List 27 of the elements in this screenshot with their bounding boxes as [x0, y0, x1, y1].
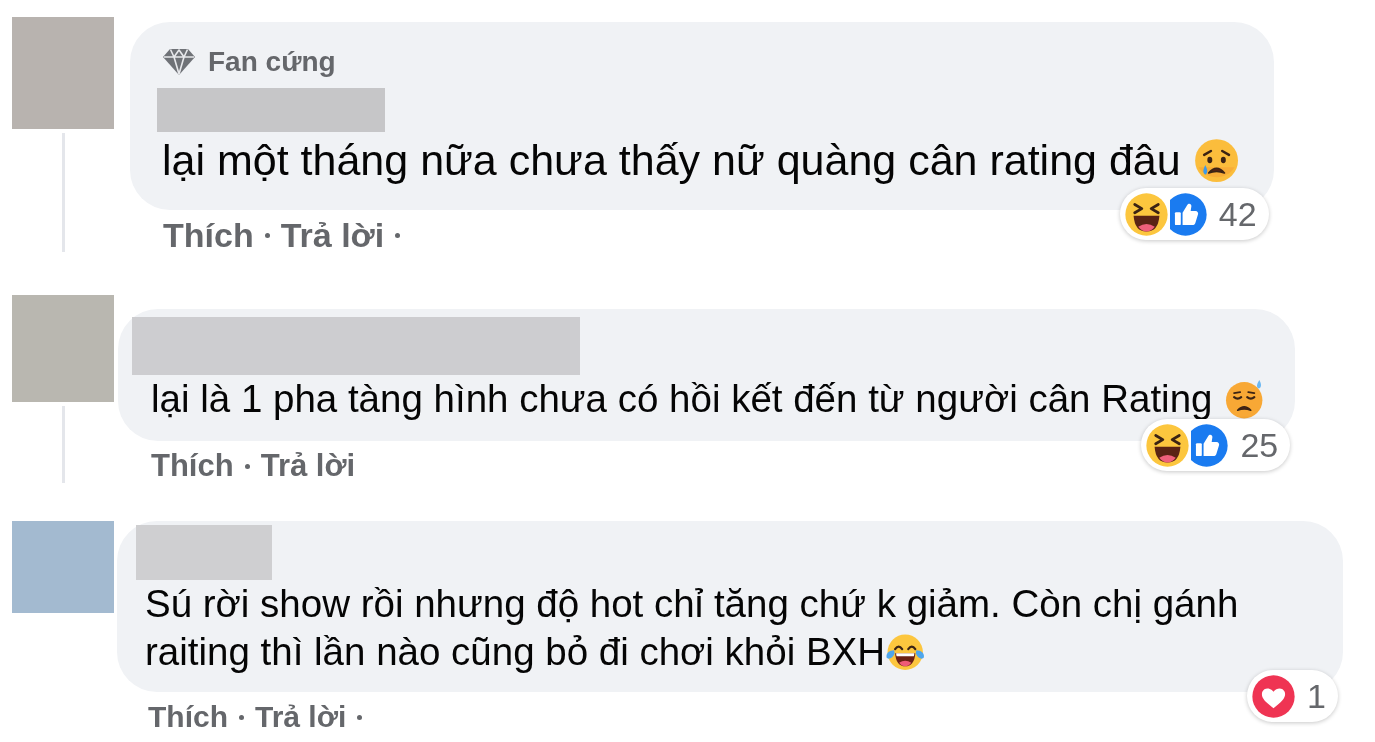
thumbs-up-icon [1169, 190, 1209, 238]
separator-dot [264, 232, 270, 238]
action-link[interactable]: Trả lời [255, 700, 347, 734]
reactions-button[interactable]: 25 [1141, 419, 1291, 471]
action-link[interactable]: Trả lời [280, 218, 385, 252]
laughing-face-icon [1144, 421, 1192, 469]
diamond-icon [162, 48, 196, 76]
separator-dot [239, 714, 244, 720]
thumbs-up-icon [1191, 421, 1231, 469]
comment-text: Sú rời show rồi nhưng độ hot chỉ tăng chứ k giảm. Còn chị gánh [145, 582, 1239, 625]
action-link[interactable]: Thích [151, 449, 234, 483]
action-link[interactable]: Thích [148, 700, 228, 734]
reactions-button[interactable]: 42 [1119, 188, 1269, 240]
comment-text: lại là 1 pha tàng hình chưa có hồi kết đến từ người cân Rating [151, 377, 1213, 420]
tears-of-joy-face-icon [885, 632, 926, 673]
badge-label: Fan cứng [208, 46, 336, 78]
avatar-placeholder[interactable] [12, 17, 114, 129]
laughing-face-icon [1122, 190, 1170, 238]
separator-dot [244, 463, 250, 469]
sad-tear-face-icon [1194, 138, 1240, 184]
avatar-placeholder[interactable] [12, 295, 114, 402]
reactions-button[interactable]: 1 [1247, 670, 1338, 722]
comment-text: lại một tháng nữa chưa thấy nữ quàng cân rating đâu [162, 136, 1181, 184]
avatar-placeholder[interactable] [12, 521, 114, 613]
action-link[interactable]: Thích [163, 218, 254, 252]
comment-text: raiting thì lần nào cũng bỏ đi chơi khỏi BXH [145, 630, 886, 673]
action-link[interactable]: Trả lời [260, 449, 356, 483]
